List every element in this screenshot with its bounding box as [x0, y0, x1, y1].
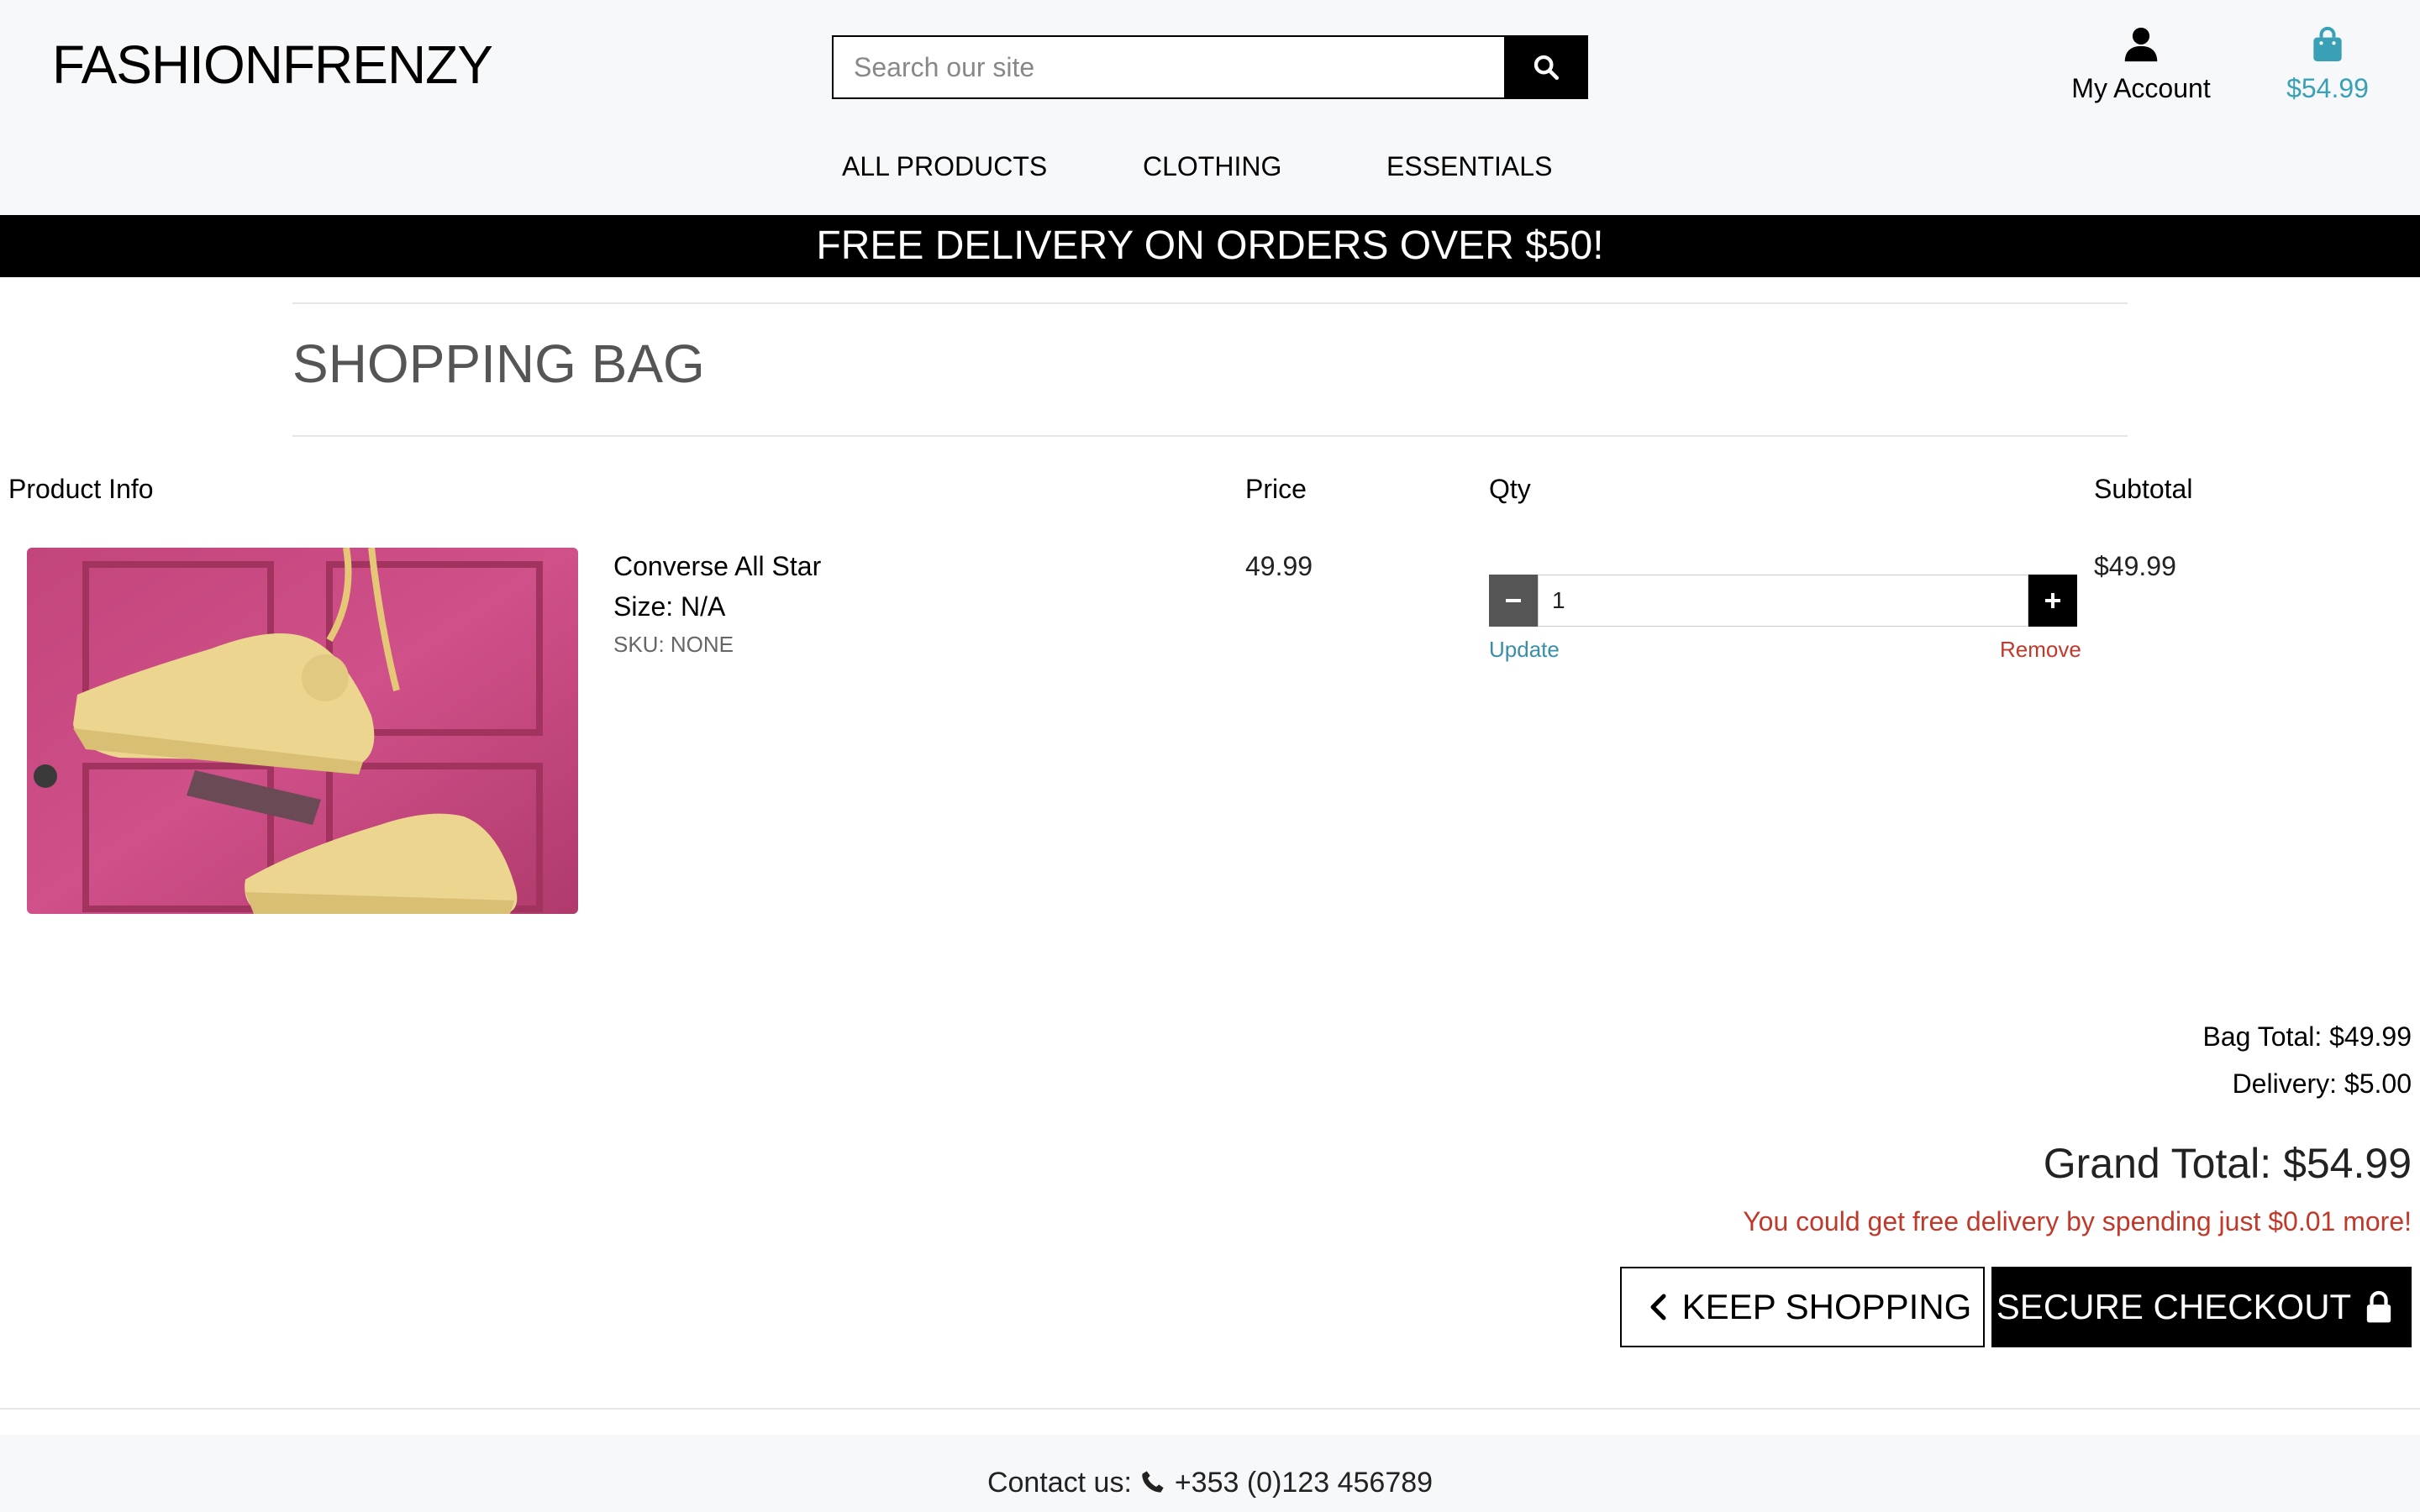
lock-icon	[2367, 1290, 2391, 1323]
product-subtotal: $49.99	[2094, 551, 2176, 581]
increment-qty-button[interactable]	[2028, 575, 2077, 627]
plus-icon	[2045, 593, 2060, 608]
qty-input[interactable]	[1538, 575, 2028, 627]
remove-link[interactable]: Remove	[2000, 637, 2081, 663]
site-logo[interactable]: FASHIONFRENZY	[52, 34, 493, 96]
decrement-qty-button[interactable]	[1489, 575, 1538, 627]
user-icon	[2124, 27, 2158, 62]
footer-contact: Contact us: +353 (0)123 456789	[0, 1467, 2420, 1499]
minus-icon	[1506, 599, 1521, 602]
keep-shopping-label: KEEP SHOPPING	[1681, 1287, 1972, 1326]
shopping-bag-link[interactable]: $54.99	[2269, 25, 2386, 104]
phone-icon	[1142, 1471, 1165, 1493]
sneaker-photo	[27, 548, 578, 914]
my-account-link[interactable]: My Account	[2065, 25, 2217, 104]
delivery-cost: Delivery: $5.00	[2232, 1068, 2412, 1099]
secure-checkout-button[interactable]: SECURE CHECKOUT	[1991, 1267, 2412, 1347]
contact-label: Contact us:	[986, 1467, 1132, 1499]
product-name: Converse All Star	[613, 551, 822, 581]
product-image[interactable]	[27, 548, 578, 914]
bag-total: Bag Total: $49.99	[2202, 1021, 2412, 1052]
main-nav: ALL PRODUCTS CLOTHING ESSENTIALS	[0, 151, 2420, 185]
divider	[0, 1408, 2420, 1410]
grand-total: Grand Total: $54.99	[2043, 1140, 2412, 1187]
phone-number-link[interactable]: +353 (0)123 456789	[1175, 1467, 1433, 1499]
shopping-bag-icon	[2313, 26, 2342, 61]
quantity-stepper	[1489, 575, 2077, 627]
product-price: 49.99	[1245, 551, 1313, 581]
bag-total-amount: $54.99	[2286, 73, 2369, 103]
search-form	[832, 35, 1588, 99]
search-input[interactable]	[832, 35, 1504, 99]
nav-essentials[interactable]: ESSENTIALS	[1386, 151, 1552, 182]
search-icon	[1534, 55, 1560, 81]
search-button[interactable]	[1504, 35, 1588, 99]
divider	[292, 435, 2128, 437]
update-link[interactable]: Update	[1489, 637, 1560, 663]
header-qty: Qty	[1489, 474, 1531, 504]
header-price: Price	[1245, 474, 1307, 504]
site-header: FASHIONFRENZY My Account $54.99 ALL PROD…	[0, 0, 2420, 215]
free-delivery-banner: FREE DELIVERY ON ORDERS OVER $50!	[0, 215, 2420, 277]
header-subtotal: Subtotal	[2094, 474, 2193, 504]
chevron-left-icon	[1650, 1294, 1666, 1320]
divider	[292, 302, 2128, 304]
product-sku: SKU: NONE	[613, 632, 734, 657]
my-account-label: My Account	[2071, 73, 2211, 103]
secure-checkout-label: SECURE CHECKOUT	[1996, 1287, 2352, 1326]
header-product-info: Product Info	[8, 474, 154, 504]
keep-shopping-button[interactable]: KEEP SHOPPING	[1620, 1267, 1985, 1347]
free-delivery-message: You could get free delivery by spending …	[1743, 1206, 2412, 1236]
site-footer: Contact us: +353 (0)123 456789	[0, 1435, 2420, 1512]
product-size: Size: N/A	[613, 591, 726, 622]
nav-clothing[interactable]: CLOTHING	[1143, 151, 1281, 182]
page-title: SHOPPING BAG	[292, 333, 705, 394]
nav-all-products[interactable]: ALL PRODUCTS	[842, 151, 1047, 182]
